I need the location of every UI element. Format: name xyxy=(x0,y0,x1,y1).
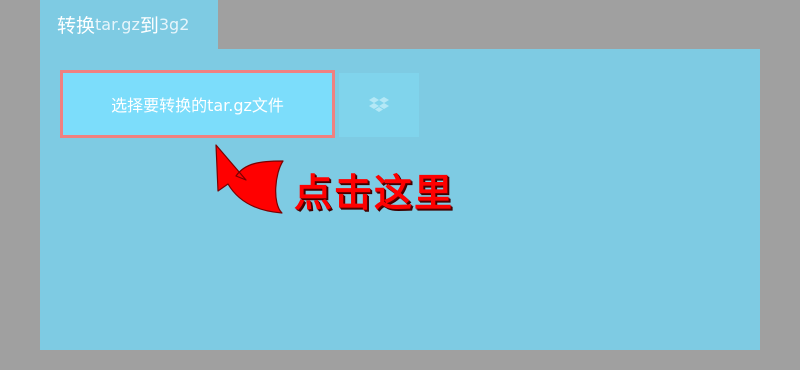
curved-arrow-icon xyxy=(215,144,284,214)
dropbox-icon xyxy=(369,97,389,112)
tab-title-part4: 3g2 xyxy=(158,15,190,34)
tab-title-part1: 转换 xyxy=(57,15,96,37)
tab-title-part3: 到 xyxy=(139,15,159,37)
converter-panel: 选择要转换的tar.gz文件 点击这里 xyxy=(40,49,760,350)
tab-title-part2: tar.gz xyxy=(95,15,140,34)
dropbox-button[interactable] xyxy=(339,73,419,137)
tab-title[interactable]: 转换 tar.gz 到 3g2 xyxy=(40,0,218,49)
click-here-hint: 点击这里 xyxy=(294,171,455,215)
choose-file-button[interactable]: 选择要转换的tar.gz文件 xyxy=(60,70,335,138)
choose-file-label: 选择要转换的tar.gz文件 xyxy=(111,96,284,115)
